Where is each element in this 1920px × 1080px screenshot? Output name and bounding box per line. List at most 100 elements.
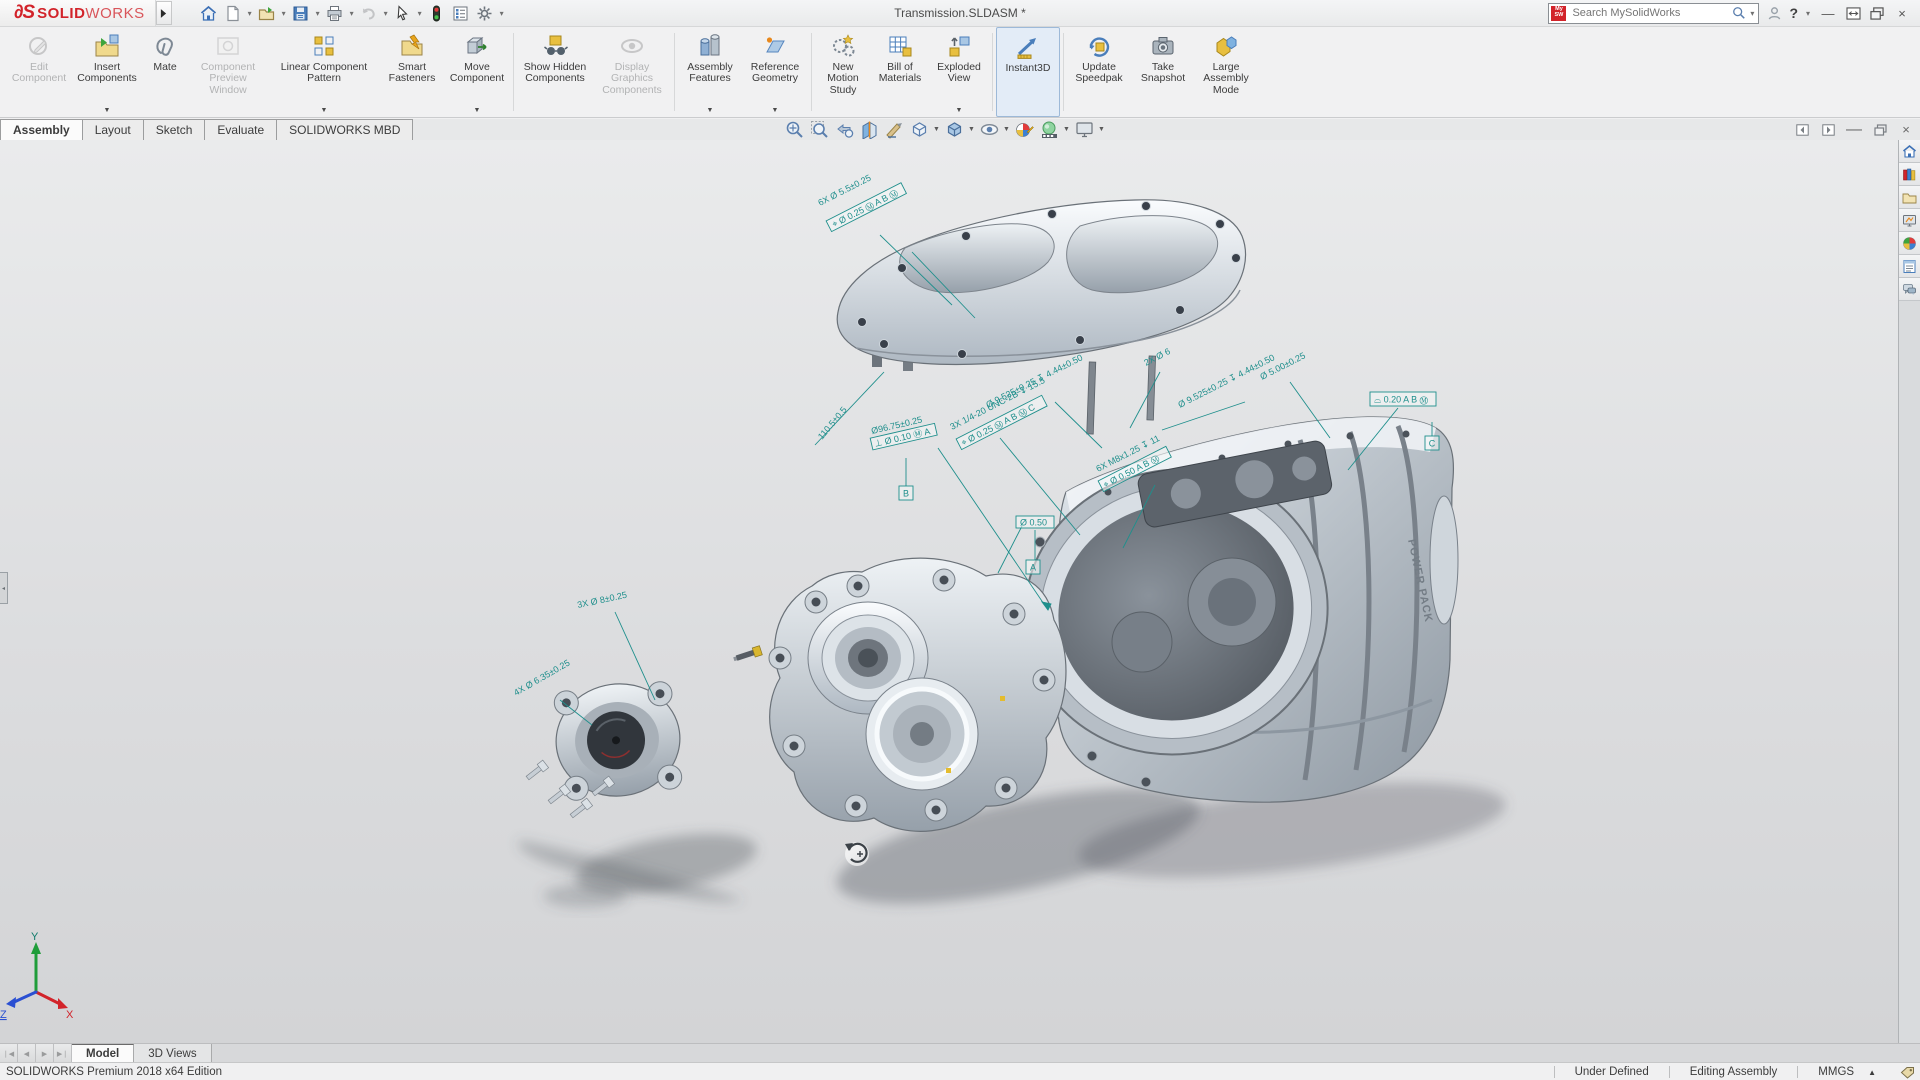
tab-layout[interactable]: Layout: [83, 119, 144, 141]
chevron-down-icon[interactable]: ▼: [968, 126, 975, 133]
login-user-icon[interactable]: [1765, 3, 1783, 23]
edit-component-button[interactable]: Edit Component: [6, 27, 72, 117]
options-button[interactable]: [474, 2, 496, 24]
annotation-fcf[interactable]: Ø 0.50: [1020, 518, 1047, 528]
minimize-button[interactable]: —: [1818, 6, 1838, 21]
new-motion-study-button[interactable]: New Motion Study: [815, 27, 871, 117]
chevron-down-icon[interactable]: ▾: [348, 9, 356, 18]
print-button[interactable]: [324, 2, 346, 24]
annotation-fcf[interactable]: ⌓ 0.20 A B Ⓜ: [1374, 395, 1429, 405]
search-input[interactable]: [1570, 6, 1730, 20]
display-style-icon[interactable]: [943, 120, 965, 140]
search-icon[interactable]: [1730, 3, 1748, 23]
minimize-document-icon[interactable]: —: [1846, 122, 1862, 137]
design-library-tab[interactable]: [1899, 163, 1920, 186]
tab-solidworks-mbd[interactable]: SOLIDWORKS MBD: [277, 119, 413, 141]
restore-button[interactable]: [1868, 3, 1886, 23]
chevron-down-icon[interactable]: ▼: [1098, 126, 1105, 133]
annotation-callout[interactable]: Ø 9.525±0.25 ↧ 4.44±0.50: [1176, 352, 1276, 409]
chevron-down-icon[interactable]: ▼: [956, 107, 963, 115]
chevron-down-icon[interactable]: ▾: [498, 9, 506, 18]
section-view-icon[interactable]: [858, 120, 880, 140]
chevron-down-icon[interactable]: ▾: [1804, 9, 1812, 18]
units-selector[interactable]: MMGS▲: [1800, 1066, 1894, 1078]
task-pane-home-tab[interactable]: [1899, 140, 1920, 163]
view-settings-icon[interactable]: [1073, 120, 1095, 140]
close-button[interactable]: ×: [1892, 6, 1912, 21]
chevron-down-icon[interactable]: ▼: [321, 107, 328, 115]
fullscreen-button[interactable]: [1844, 3, 1862, 23]
save-button[interactable]: [290, 2, 312, 24]
annotation-callout[interactable]: 3X Ø 8±0.25: [576, 590, 627, 610]
rebuild-button[interactable]: [426, 2, 448, 24]
file-properties-button[interactable]: [450, 2, 472, 24]
tab-sketch[interactable]: Sketch: [144, 119, 206, 141]
apply-scene-icon[interactable]: [1038, 120, 1060, 140]
menu-flyout-button[interactable]: [156, 1, 172, 25]
zoom-to-area-icon[interactable]: [808, 120, 830, 140]
chevron-down-icon[interactable]: ▾: [280, 9, 288, 18]
first-tab-button[interactable]: ❘◀: [0, 1044, 18, 1063]
pane-splitter-handle[interactable]: ◂: [0, 572, 8, 604]
collapse-left-pane-icon[interactable]: [1794, 122, 1810, 137]
chevron-down-icon[interactable]: ▾: [1748, 9, 1756, 18]
search-box[interactable]: My SW ▾: [1548, 3, 1759, 24]
close-document-icon[interactable]: ×: [1898, 122, 1914, 137]
linear-component-pattern-button[interactable]: Linear Component Pattern ▼: [268, 27, 380, 117]
chevron-down-icon[interactable]: ▾: [314, 9, 322, 18]
mate-button[interactable]: Mate: [142, 27, 188, 117]
move-component-button[interactable]: Move Component ▼: [444, 27, 510, 117]
display-graphics-components-button[interactable]: Display Graphics Components: [593, 27, 671, 117]
chevron-down-icon[interactable]: ▼: [933, 126, 940, 133]
part-end-cover[interactable]: [549, 676, 687, 804]
annotation-views-icon[interactable]: [883, 120, 905, 140]
chevron-down-icon[interactable]: ▾: [416, 9, 424, 18]
annotation-callout[interactable]: 2X Ø 6: [1142, 346, 1172, 368]
set-screw[interactable]: [732, 646, 762, 664]
next-tab-button[interactable]: ▶: [36, 1044, 54, 1063]
insert-components-button[interactable]: Insert Components ▼: [72, 27, 142, 117]
previous-view-icon[interactable]: [833, 120, 855, 140]
tab-evaluate[interactable]: Evaluate: [205, 119, 277, 141]
assembly-features-button[interactable]: Assembly Features ▼: [678, 27, 742, 117]
annotation-dimension[interactable]: 110.5±0.5: [816, 405, 849, 442]
hide-show-items-icon[interactable]: [978, 120, 1000, 140]
zoom-to-fit-icon[interactable]: [783, 120, 805, 140]
tags-icon[interactable]: [1894, 1066, 1920, 1079]
chevron-down-icon[interactable]: ▼: [1063, 126, 1070, 133]
view-palette-tab[interactable]: [1899, 209, 1920, 232]
chevron-down-icon[interactable]: ▼: [1003, 126, 1010, 133]
solidworks-forum-tab[interactable]: [1899, 278, 1920, 301]
take-snapshot-button[interactable]: Take Snapshot: [1131, 27, 1195, 117]
tab-model[interactable]: Model: [72, 1044, 134, 1063]
update-speedpak-button[interactable]: Update Speedpak: [1067, 27, 1131, 117]
appearances-scenes-tab[interactable]: [1899, 232, 1920, 255]
file-explorer-tab[interactable]: [1899, 186, 1920, 209]
part-main-case[interactable]: POWER PACK: [998, 417, 1458, 802]
help-button[interactable]: ?: [1789, 5, 1798, 21]
undo-button[interactable]: [358, 2, 380, 24]
open-button[interactable]: [256, 2, 278, 24]
restore-document-icon[interactable]: [1872, 122, 1888, 137]
new-document-button[interactable]: [222, 2, 244, 24]
large-assembly-mode-button[interactable]: Large Assembly Mode: [1195, 27, 1257, 117]
graphics-area[interactable]: POWER PACK: [0, 140, 1920, 1043]
tab-assembly[interactable]: Assembly: [0, 119, 83, 141]
component-preview-window-button[interactable]: Component Preview Window: [188, 27, 268, 117]
collapse-right-pane-icon[interactable]: [1820, 122, 1836, 137]
chevron-down-icon[interactable]: ▼: [474, 107, 481, 115]
custom-properties-tab[interactable]: [1899, 255, 1920, 278]
datum-b[interactable]: B: [899, 486, 913, 500]
tab-3d-views[interactable]: 3D Views: [134, 1044, 211, 1063]
datum-c[interactable]: C: [1425, 436, 1439, 450]
chevron-down-icon[interactable]: ▼: [707, 107, 714, 115]
select-button[interactable]: [392, 2, 414, 24]
bill-of-materials-button[interactable]: Bill of Materials: [871, 27, 929, 117]
reference-geometry-button[interactable]: Reference Geometry ▼: [742, 27, 808, 117]
home-button[interactable]: [198, 2, 220, 24]
view-orientation-icon[interactable]: [908, 120, 930, 140]
chevron-down-icon[interactable]: ▾: [382, 9, 390, 18]
instant3d-button[interactable]: Instant3D: [996, 27, 1060, 117]
previous-tab-button[interactable]: ◀: [18, 1044, 36, 1063]
chevron-down-icon[interactable]: ▼: [772, 107, 779, 115]
